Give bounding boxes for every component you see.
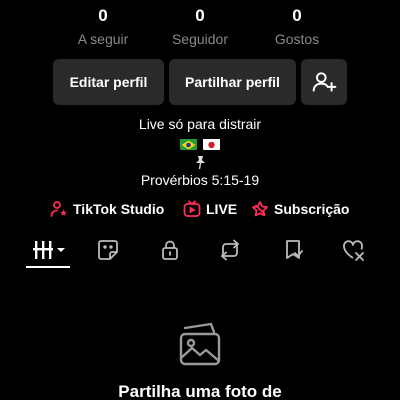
lock-icon xyxy=(162,240,178,260)
stat-label: A seguir xyxy=(77,31,129,47)
subscription-link[interactable]: Subscrição xyxy=(251,198,349,220)
edit-profile-button[interactable]: Editar perfil xyxy=(53,59,164,105)
subscription-icon xyxy=(252,201,268,217)
person-add-icon xyxy=(312,72,337,92)
bio-line-1: Live só para distrair xyxy=(138,116,262,132)
edit-profile-label: Editar perfil xyxy=(69,74,148,90)
favorites-icon xyxy=(286,240,303,259)
add-friend-button[interactable] xyxy=(301,59,347,105)
profile-links: TikTok Studio LIVE Subscrição xyxy=(0,198,400,220)
live-link[interactable]: LIVE xyxy=(183,198,237,220)
profile-stats: 0 A seguir 0 Seguidor 0 Gostos xyxy=(0,0,400,50)
active-tab-indicator xyxy=(26,266,70,268)
pin-icon xyxy=(195,155,205,169)
tiktok-studio-link[interactable]: TikTok Studio xyxy=(50,198,164,220)
tab-favorites[interactable] xyxy=(279,236,307,264)
stat-following[interactable]: 0 A seguir xyxy=(53,6,153,48)
studio-icon xyxy=(50,201,67,217)
brazil-flag-icon xyxy=(180,138,198,151)
live-label: LIVE xyxy=(206,201,238,217)
tab-reposts[interactable] xyxy=(216,236,244,264)
tab-liked[interactable] xyxy=(340,236,368,264)
empty-state-title: Partilha uma foto de xyxy=(118,382,282,400)
stat-value: 0 xyxy=(292,6,302,25)
profile-tabs xyxy=(0,232,400,268)
stat-label: Gostos xyxy=(274,31,320,47)
share-profile-label: Partilhar perfil xyxy=(185,74,280,90)
bio-flags xyxy=(0,135,400,151)
stat-label: Seguidor xyxy=(171,31,229,47)
repost-icon xyxy=(221,239,239,261)
tab-private[interactable] xyxy=(156,236,184,264)
stat-value: 0 xyxy=(195,6,205,25)
tab-videos[interactable] xyxy=(32,236,68,264)
live-tv-icon xyxy=(183,200,201,217)
liked-icon xyxy=(343,240,364,261)
stat-value: 0 xyxy=(98,6,108,25)
grid-icon xyxy=(33,241,65,259)
subscription-label: Subscrição xyxy=(274,201,350,217)
photos-icon xyxy=(179,322,221,366)
bio-line-3: Provérbios 5:15-19 xyxy=(140,172,260,188)
japan-flag-icon xyxy=(202,138,220,151)
stat-likes[interactable]: 0 Gostos xyxy=(247,6,347,48)
tab-stickers[interactable] xyxy=(94,236,122,264)
stat-followers[interactable]: 0 Seguidor xyxy=(150,6,250,48)
share-profile-button[interactable]: Partilhar perfil xyxy=(169,59,296,105)
tiktok-studio-label: TikTok Studio xyxy=(73,201,165,217)
sticker-icon xyxy=(98,240,118,260)
bio-pin-line xyxy=(0,153,400,169)
